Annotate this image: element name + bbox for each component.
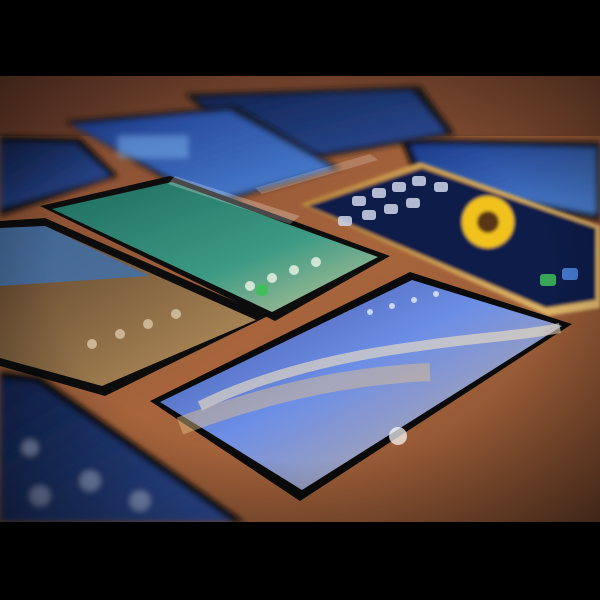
letterbox-top — [0, 0, 600, 76]
letterbox-bottom — [0, 522, 600, 600]
photo-frame — [0, 0, 600, 600]
smartphones-photo — [0, 76, 600, 522]
